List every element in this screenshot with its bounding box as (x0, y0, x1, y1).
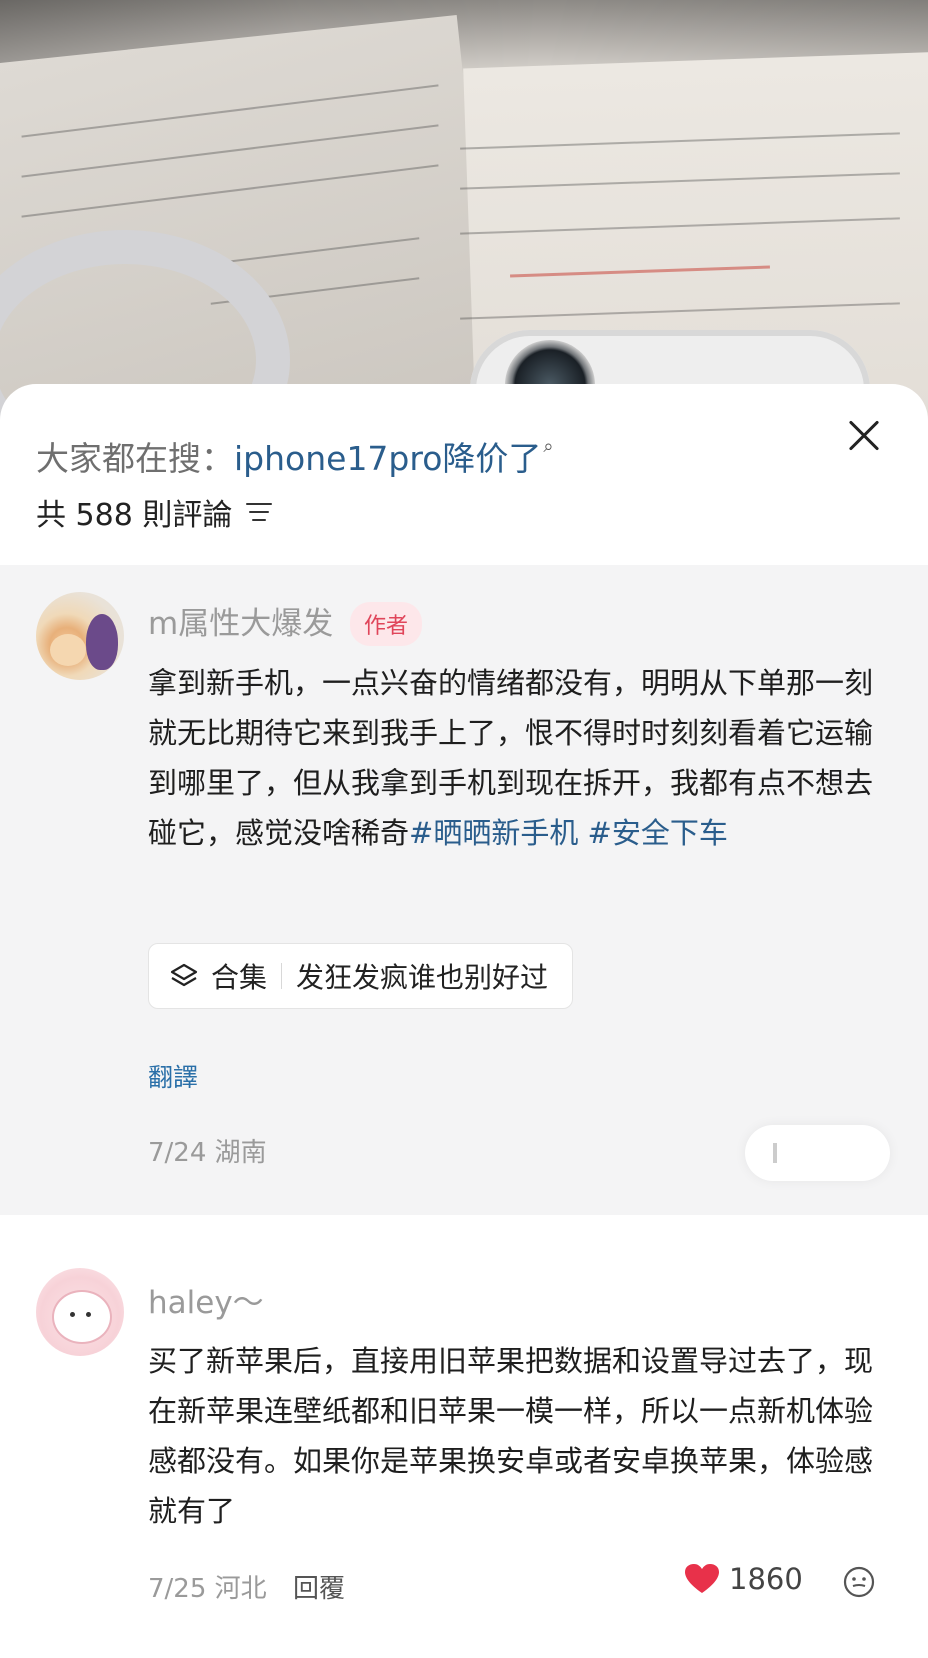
heart-icon (685, 1564, 719, 1593)
translate-link[interactable]: 翻譯 (148, 1058, 198, 1094)
post-photo[interactable] (0, 0, 928, 420)
comments-count-row: 共 588 則評論 (36, 490, 273, 534)
reply-button[interactable]: 回覆 (293, 1574, 345, 1604)
comment-date: 7/24 (148, 1138, 207, 1168)
avatar[interactable] (36, 1268, 124, 1356)
collection-label: 合集 (211, 961, 268, 994)
divider (281, 963, 283, 989)
sort-icon[interactable] (246, 501, 273, 523)
comment-location: 湖南 (214, 1138, 267, 1168)
comment-meta: 7/25 河北 回覆 (148, 1568, 345, 1605)
hashtag-link[interactable]: #安全下车 (588, 816, 728, 850)
comment-username[interactable]: haley～ (148, 1277, 264, 1322)
layers-icon (170, 963, 198, 987)
trending-search-prefix: 大家都在搜： (36, 439, 234, 478)
hashtag-link[interactable]: #晒晒新手机 (409, 816, 578, 850)
comment-body: 买了新苹果后，直接用旧苹果把数据和设置导过去了，现在新苹果连壁纸都和旧苹果一模一… (148, 1344, 874, 1528)
author-badge: 作者 (350, 602, 423, 646)
comment-location: 河北 (214, 1574, 267, 1604)
emoji-icon[interactable] (842, 1565, 876, 1599)
comments-count: 共 588 則評論 (36, 498, 233, 533)
trending-search-keyword[interactable]: iphone17pro降价了 (234, 439, 541, 478)
avatar[interactable] (36, 592, 124, 680)
trending-search[interactable]: 大家都在搜：iphone17pro降价了 ⌕ (36, 432, 554, 480)
search-icon: ⌕ (543, 436, 554, 457)
like-button[interactable]: 1860 (685, 1562, 803, 1596)
comment-body: 拿到新手机，一点兴奋的情绪都没有，明明从下单那一刻就无比期待它来到我手上了，恨不… (148, 666, 874, 850)
comment-date: 7/25 (148, 1574, 207, 1604)
comment-username[interactable]: m属性大爆发 (148, 598, 333, 643)
close-icon[interactable] (838, 410, 890, 462)
comment-meta: 7/24 湖南 (148, 1132, 267, 1169)
collection-name: 发狂发疯谁也别好过 (296, 961, 549, 994)
collection-button[interactable]: 合集 发狂发疯谁也别好过 (148, 943, 574, 1009)
like-pill[interactable] (745, 1125, 890, 1181)
like-count: 1860 (729, 1562, 803, 1596)
